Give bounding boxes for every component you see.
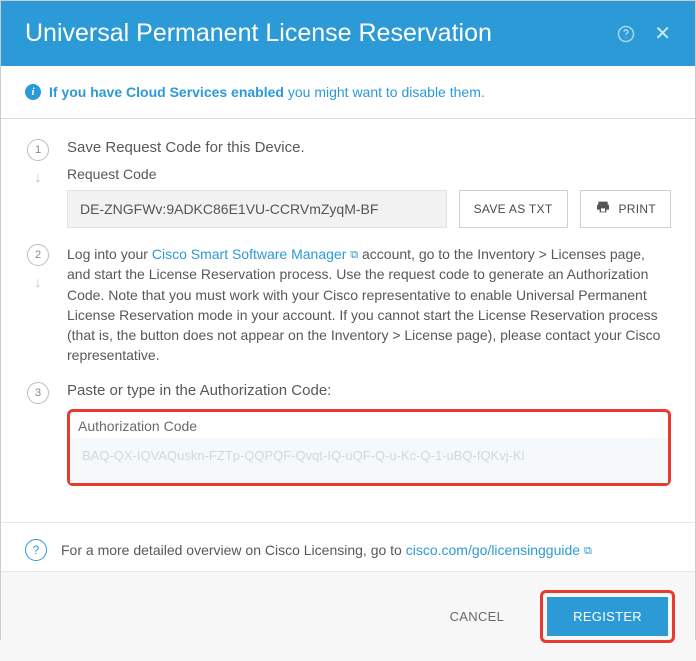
request-code-label: Request Code (67, 166, 671, 182)
request-code-value[interactable]: DE-ZNGFWv:9ADKC86E1VU-CCRVmZyqM-BF (67, 190, 447, 228)
print-button[interactable]: PRINT (580, 190, 672, 228)
step-number: 1 (27, 139, 49, 161)
arrow-down-icon: ↓ (35, 274, 42, 290)
step-2: 2 ↓ Log into your Cisco Smart Software M… (25, 244, 671, 366)
steps-container: 1 ↓ Save Request Code for this Device. R… (1, 119, 695, 512)
step-2-text: Log into your Cisco Smart Software Manag… (67, 244, 671, 366)
step-number: 3 (27, 382, 49, 404)
help-text: For a more detailed overview on Cisco Li… (61, 542, 406, 558)
header-actions: ✕ (616, 21, 671, 46)
close-icon[interactable]: ✕ (654, 21, 671, 46)
info-banner: i If you have Cloud Services enabled you… (1, 66, 695, 112)
step-marker-2: 2 ↓ (25, 244, 51, 366)
save-as-txt-button[interactable]: SAVE AS TXT (459, 190, 568, 228)
arrow-down-icon: ↓ (35, 169, 42, 185)
step-1: 1 ↓ Save Request Code for this Device. R… (25, 139, 671, 228)
step-number: 2 (27, 244, 49, 266)
question-icon: ? (25, 539, 47, 561)
cancel-button[interactable]: CANCEL (428, 590, 527, 643)
licensing-guide-link[interactable]: cisco.com/go/licensingguide ⧉ (406, 542, 592, 558)
print-button-label: PRINT (619, 202, 657, 216)
external-link-icon: ⧉ (584, 545, 592, 557)
auth-code-input[interactable] (70, 438, 668, 483)
register-highlight: REGISTER (540, 590, 675, 643)
external-link-icon: ⧉ (350, 249, 358, 261)
modal-footer: CANCEL REGISTER (1, 571, 695, 661)
step-marker-1: 1 ↓ (25, 139, 51, 228)
info-text-bold: If you have Cloud Services enabled (49, 84, 284, 100)
step-3: 3 Paste or type in the Authorization Cod… (25, 382, 671, 486)
info-text-rest: you might want to disable them. (284, 84, 485, 100)
modal-title: Universal Permanent License Reservation (25, 19, 492, 48)
modal-header: Universal Permanent License Reservation … (1, 1, 695, 66)
step-3-title: Paste or type in the Authorization Code: (67, 382, 671, 399)
auth-code-label: Authorization Code (70, 412, 668, 438)
help-row: ? For a more detailed overview on Cisco … (1, 522, 695, 571)
help-icon[interactable] (616, 24, 636, 44)
register-button[interactable]: REGISTER (547, 597, 668, 636)
license-modal: Universal Permanent License Reservation … (0, 0, 696, 640)
step-marker-3: 3 (25, 382, 51, 486)
step-1-title: Save Request Code for this Device. (67, 139, 671, 156)
auth-code-highlight: Authorization Code (67, 409, 671, 486)
cssm-link[interactable]: Cisco Smart Software Manager ⧉ (152, 246, 358, 262)
print-icon (595, 199, 611, 219)
info-icon: i (25, 84, 41, 100)
